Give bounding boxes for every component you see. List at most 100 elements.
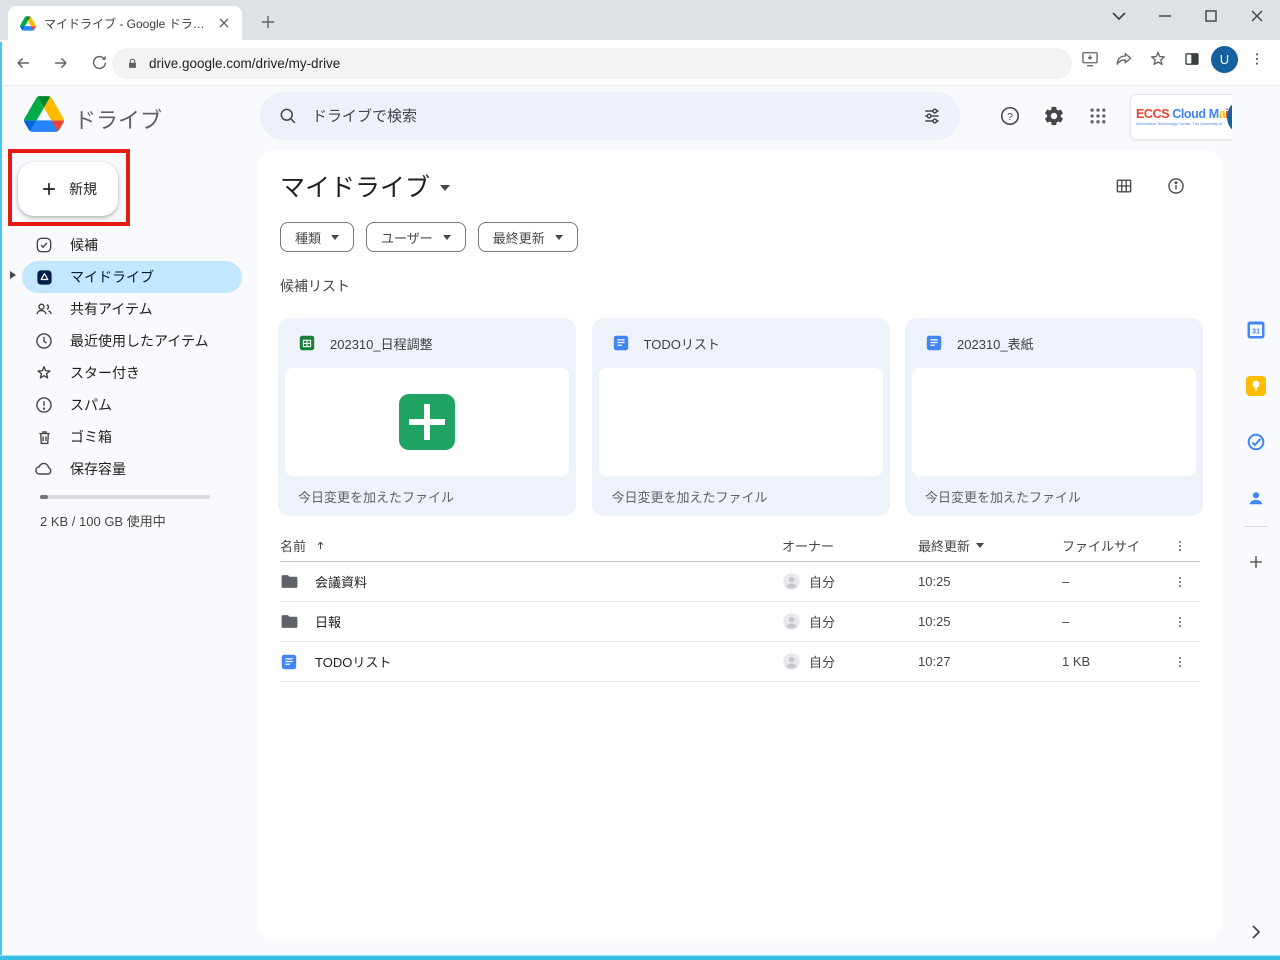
keep-icon[interactable] — [1236, 366, 1276, 406]
approval-check-icon — [34, 235, 54, 255]
eccs-word: ECCS — [1136, 107, 1169, 121]
suggestion-card[interactable]: 202310_日程調整 今日変更を加えたファイル — [278, 318, 576, 516]
window-close-button[interactable] — [1234, 0, 1280, 32]
sidebar-item-trash[interactable]: ゴミ箱 — [22, 421, 242, 453]
grid-view-icon[interactable] — [1106, 168, 1142, 204]
spam-alert-icon — [34, 395, 54, 415]
help-icon[interactable]: ? — [990, 96, 1030, 136]
docs-file-icon — [280, 653, 298, 671]
column-modified[interactable]: 最終更新 — [918, 536, 984, 555]
header-more-kebab-icon[interactable] — [1165, 539, 1195, 553]
table-row[interactable]: 会議資料 自分 10:25 – — [280, 562, 1200, 602]
capture-border-left — [0, 42, 2, 960]
url-bar[interactable]: drive.google.com/drive/my-drive — [112, 48, 1072, 79]
hide-side-panel-chevron-icon[interactable] — [1236, 912, 1276, 952]
star-icon — [34, 363, 54, 383]
google-apps-grid-icon[interactable] — [1078, 96, 1118, 136]
drive-logo-icon[interactable] — [24, 96, 64, 132]
row-more-kebab-icon[interactable] — [1165, 615, 1195, 629]
clock-icon — [34, 331, 54, 351]
view-controls — [1106, 168, 1194, 204]
filter-chip-type[interactable]: 種類 — [280, 222, 354, 252]
url-text: drive.google.com/drive/my-drive — [149, 56, 340, 71]
toolbar-right: U — [1075, 44, 1272, 74]
sheets-file-icon — [298, 334, 316, 352]
column-name[interactable]: 名前 — [280, 536, 327, 555]
browser-profile-avatar[interactable]: U — [1211, 46, 1238, 73]
column-size[interactable]: ファイルサイ — [1062, 536, 1140, 555]
browser-tab[interactable]: マイドライブ - Google ドライブ — [8, 6, 242, 40]
sidebar-item-recent[interactable]: 最近使用したアイテム — [22, 325, 242, 357]
storage-usage-text: 2 KB / 100 GB 使用中 — [40, 511, 166, 530]
suggestion-cards: 202310_日程調整 今日変更を加えたファイル TODOリスト 今日変更を加え… — [278, 318, 1203, 516]
window-maximize-button[interactable] — [1188, 0, 1234, 32]
contacts-icon[interactable] — [1236, 478, 1276, 518]
rail-divider — [1244, 526, 1268, 527]
row-more-kebab-icon[interactable] — [1165, 575, 1195, 589]
sidebar-item-spam[interactable]: スパム — [22, 389, 242, 421]
browser-menu-kebab-icon[interactable] — [1242, 44, 1272, 74]
file-preview — [599, 368, 883, 476]
suggestions-heading: 候補リスト — [280, 276, 350, 296]
new-tab-button[interactable] — [254, 8, 282, 36]
sort-ascending-icon — [314, 539, 327, 552]
storage-progress-bar — [40, 495, 210, 499]
tab-close-icon[interactable] — [216, 15, 232, 31]
suggestion-card[interactable]: 202310_表紙 今日変更を加えたファイル — [905, 318, 1203, 516]
eccs-logo: ECCS Cloud Mail Information Technology C… — [1136, 108, 1224, 127]
storage-used-segment — [40, 495, 48, 499]
calendar-icon[interactable]: 31 — [1236, 310, 1276, 350]
sidebar-item-storage[interactable]: 保存容量 — [22, 453, 242, 485]
secure-lock-icon[interactable] — [126, 56, 139, 71]
file-preview — [285, 368, 569, 476]
sort-descending-caret-icon — [976, 543, 984, 548]
sidebar-item-shared[interactable]: 共有アイテム — [22, 293, 242, 325]
row-more-kebab-icon[interactable] — [1165, 655, 1195, 669]
table-row[interactable]: TODOリスト 自分 10:27 1 KB — [280, 642, 1200, 682]
info-icon[interactable] — [1158, 168, 1194, 204]
side-panel-icon[interactable] — [1177, 44, 1207, 74]
back-button[interactable] — [8, 48, 38, 78]
sidebar-item-my-drive[interactable]: マイドライブ — [22, 261, 242, 293]
forward-button[interactable] — [46, 48, 76, 78]
owner-avatar-icon — [782, 612, 801, 631]
search-bar[interactable] — [260, 92, 960, 140]
window-minimize-button[interactable] — [1142, 0, 1188, 32]
tab-search-chevron-icon[interactable] — [1096, 0, 1142, 32]
sidebar-item-suggested[interactable]: 候補 — [22, 229, 242, 261]
search-icon[interactable] — [278, 106, 298, 126]
capture-border-bottom — [0, 955, 1280, 960]
filter-chips: 種類 ユーザー 最終更新 — [280, 222, 578, 252]
search-options-tune-icon[interactable] — [922, 106, 942, 126]
page-title[interactable]: マイドライブ — [280, 168, 450, 204]
settings-gear-icon[interactable] — [1034, 96, 1074, 136]
column-owner[interactable]: オーナー — [782, 536, 834, 555]
bookmark-star-icon[interactable] — [1143, 44, 1173, 74]
people-icon — [34, 299, 54, 319]
docs-file-icon — [925, 334, 943, 352]
sidebar-nav: 候補 マイドライブ 共有アイテム 最近使用したアイテム スター付き — [22, 229, 242, 485]
reload-button[interactable] — [84, 48, 114, 78]
tasks-icon[interactable] — [1236, 422, 1276, 462]
header-action-icons: ? — [990, 96, 1118, 136]
expand-arrow-icon[interactable] — [10, 271, 16, 279]
sidebar-item-starred[interactable]: スター付き — [22, 357, 242, 389]
folder-icon — [280, 612, 299, 631]
install-app-icon[interactable] — [1075, 44, 1105, 74]
get-addons-plus-icon[interactable] — [1236, 542, 1276, 582]
eccs-word: Cloud — [1172, 107, 1205, 121]
share-icon[interactable] — [1109, 44, 1139, 74]
chevron-down-icon — [555, 235, 563, 240]
filter-chip-people[interactable]: ユーザー — [366, 222, 466, 252]
my-drive-icon — [34, 267, 54, 287]
search-input[interactable] — [312, 108, 922, 125]
folder-icon — [280, 572, 299, 591]
svg-text:31: 31 — [1252, 326, 1260, 335]
drive-favicon-icon — [20, 16, 36, 31]
side-panel-rail: 31 — [1232, 86, 1280, 957]
filter-chip-modified[interactable]: 最終更新 — [478, 222, 578, 252]
suggestion-card[interactable]: TODOリスト 今日変更を加えたファイル — [592, 318, 890, 516]
drive-header: ドライブ ? ECCS Clo — [0, 86, 1280, 150]
table-row[interactable]: 日報 自分 10:25 – — [280, 602, 1200, 642]
title-dropdown-caret-icon — [440, 185, 450, 191]
